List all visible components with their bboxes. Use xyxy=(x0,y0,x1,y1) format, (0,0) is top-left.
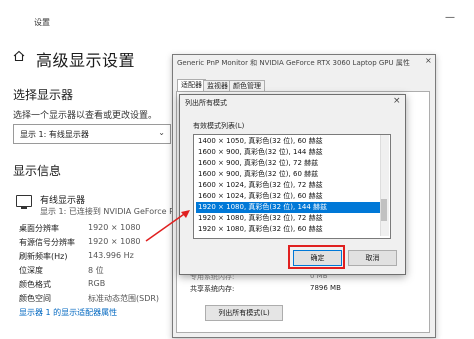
chevron-down-icon: ⌄ xyxy=(158,128,165,137)
list-item[interactable]: 1600 × 1024, 真彩色(32 位), 72 赫兹 xyxy=(196,180,380,191)
window-title: 设置 xyxy=(34,18,50,27)
monitor-icon xyxy=(16,195,32,207)
shared-memory-label: 共享系统内存: xyxy=(190,285,235,293)
ok-button-highlight xyxy=(288,245,345,269)
properties-dialog-title: Generic PnP Monitor 和 NVIDIA GeForce RTX… xyxy=(177,59,410,67)
info-value: 8 位 xyxy=(88,266,104,275)
info-label: 位深度 xyxy=(19,266,43,275)
info-value: 1920 × 1080 xyxy=(88,237,141,246)
info-label: 刷新频率(Hz) xyxy=(19,252,68,261)
list-item[interactable]: 1600 × 1024, 真彩色(32 位), 60 赫兹 xyxy=(196,191,380,202)
list-modes-title: 列出所有模式 xyxy=(185,99,227,107)
page-title: 高级显示设置 xyxy=(36,51,136,70)
display-dropdown-value: 显示 1: 有线显示器 xyxy=(20,130,89,139)
select-display-heading: 选择显示器 xyxy=(13,88,74,102)
info-value: RGB xyxy=(88,279,106,288)
list-item[interactable]: 1600 × 900, 真彩色(32 位), 60 赫兹 xyxy=(196,169,380,180)
modes-listbox[interactable]: 1400 × 1050, 真彩色(32 位), 60 赫兹 1600 × 900… xyxy=(193,134,391,239)
close-icon[interactable]: × xyxy=(393,96,401,106)
list-item[interactable]: 1400 × 1050, 真彩色(32 位), 60 赫兹 xyxy=(196,136,380,147)
monitor-stand xyxy=(21,207,27,209)
display-dropdown[interactable]: 显示 1: 有线显示器 ⌄ xyxy=(13,124,171,144)
info-label: 有源信号分辨率 xyxy=(19,238,75,247)
valid-modes-label: 有效模式列表(L) xyxy=(193,122,245,130)
list-item[interactable]: 1920 × 1080, 真彩色(32 位), 60 赫兹 xyxy=(196,224,380,235)
display-info-heading: 显示信息 xyxy=(13,164,62,178)
list-item[interactable]: 1920 × 1080, 真彩色(32 位), 72 赫兹 xyxy=(196,213,380,224)
monitor-name: 有线显示器 xyxy=(40,196,86,206)
info-label: 桌面分辨率 xyxy=(19,224,59,233)
info-value: 标准动态范围(SDR) xyxy=(88,294,160,303)
scrollbar-thumb[interactable] xyxy=(381,199,387,221)
monitor-subtitle: 显示 1: 已连接到 NVIDIA GeForce RTX xyxy=(40,207,185,216)
shared-memory-value: 7896 MB xyxy=(310,284,341,292)
list-item[interactable]: 1600 × 900, 真彩色(32 位), 144 赫兹 xyxy=(196,147,380,158)
select-display-hint: 选择一个显示器以查看或更改设置。 xyxy=(13,111,158,121)
info-value: 143.996 Hz xyxy=(88,251,134,260)
adapter-properties-link[interactable]: 显示器 1 的显示适配器属性 xyxy=(19,307,117,318)
close-icon[interactable]: × xyxy=(425,56,432,65)
cancel-button[interactable]: 取消 xyxy=(348,250,397,266)
list-all-modes-button[interactable]: 列出所有模式(L) xyxy=(205,305,283,321)
home-icon[interactable] xyxy=(13,50,25,62)
info-label: 颜色空间 xyxy=(19,294,51,303)
info-value: 1920 × 1080 xyxy=(88,223,141,232)
list-item-selected[interactable]: 1920 × 1080, 真彩色(32 位), 144 赫兹 xyxy=(196,202,380,213)
minimize-icon[interactable]: — xyxy=(445,12,455,23)
list-item[interactable]: 1600 × 900, 真彩色(32 位), 72 赫兹 xyxy=(196,158,380,169)
info-label: 颜色格式 xyxy=(19,280,51,289)
